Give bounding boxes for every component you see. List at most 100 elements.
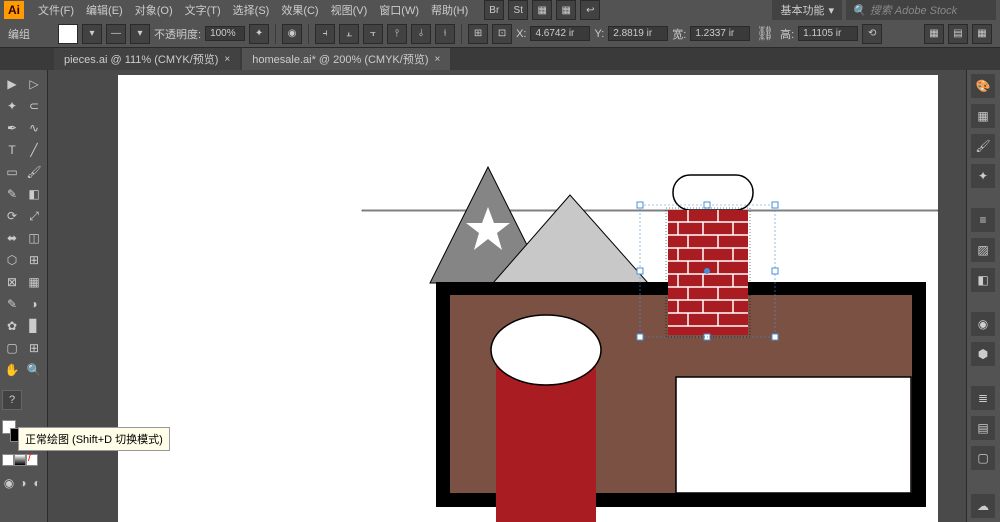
menu-select[interactable]: 选择(S)	[227, 2, 276, 18]
pen-tool[interactable]: ✒	[2, 118, 22, 138]
symbol-sprayer-tool[interactable]: ✿	[2, 316, 22, 336]
link-icon[interactable]: ⛓	[754, 25, 776, 42]
magic-wand-tool[interactable]: ✦	[2, 96, 22, 116]
transform-icon-2[interactable]: ⊡	[492, 24, 512, 44]
arrange-icon-2[interactable]: ▤	[948, 24, 968, 44]
transform-icon[interactable]: ⊞	[468, 24, 488, 44]
align-right-icon[interactable]: ⫟	[363, 24, 383, 44]
menu-object[interactable]: 对象(O)	[129, 2, 179, 18]
align-top-icon[interactable]: ⫯	[387, 24, 407, 44]
panel-libraries-icon[interactable]: ☁	[971, 494, 995, 518]
close-icon[interactable]: ×	[224, 54, 230, 65]
align-center-v-icon[interactable]: ⫰	[411, 24, 431, 44]
color-mode[interactable]	[2, 454, 14, 466]
menubar-icon-2[interactable]: St	[508, 0, 528, 20]
stroke-swatch[interactable]: ▾	[82, 24, 102, 44]
line-tool[interactable]: ╱	[24, 140, 44, 160]
menu-text[interactable]: 文字(T)	[179, 2, 227, 18]
menubar-icon-5[interactable]: ↩	[580, 0, 600, 20]
panel-color-icon[interactable]: 🎨	[971, 74, 995, 98]
free-transform-tool[interactable]: ◫	[24, 228, 44, 248]
app-logo: Ai	[4, 1, 24, 19]
tab-homesale[interactable]: homesale.ai* @ 200% (CMYK/预览) ×	[242, 48, 450, 70]
menubar-icon-4[interactable]: ▦	[556, 0, 576, 20]
help-button[interactable]: ?	[2, 390, 22, 410]
menu-edit[interactable]: 编辑(E)	[80, 2, 129, 18]
panel-symbols-icon[interactable]: ✦	[971, 164, 995, 188]
paintbrush-tool[interactable]: 🖌	[24, 162, 44, 182]
eyedropper-tool[interactable]: ✎	[2, 294, 22, 314]
panel-layers-icon[interactable]: ≣	[971, 386, 995, 410]
search-box[interactable]: 🔍 搜索 Adobe Stock	[846, 0, 996, 20]
panel-assets-icon[interactable]: ▤	[971, 416, 995, 440]
rotate-tool[interactable]: ⟳	[2, 206, 22, 226]
draw-normal[interactable]: ◉	[2, 476, 16, 490]
artwork	[118, 75, 938, 522]
eraser-tool[interactable]: ◧	[24, 184, 44, 204]
draw-behind[interactable]: ◑	[16, 476, 30, 490]
separator	[275, 24, 276, 44]
align-center-h-icon[interactable]: ⫠	[339, 24, 359, 44]
shape-builder-tool[interactable]: ⬡	[2, 250, 22, 270]
w-input[interactable]	[690, 26, 750, 41]
artboard-tool[interactable]: ▢	[2, 338, 22, 358]
stroke-icon[interactable]: —	[106, 24, 126, 44]
control-bar: 编组 ▾ — ▾ 不透明度: ✦ ◉ ⫞ ⫠ ⫟ ⫯ ⫰ ⫮ ⊞ ⊡ X: Y:…	[0, 20, 1000, 48]
menu-file[interactable]: 文件(F)	[32, 2, 80, 18]
close-icon[interactable]: ×	[435, 54, 441, 65]
mesh-tool[interactable]: ⊠	[2, 272, 22, 292]
y-input[interactable]	[608, 26, 668, 41]
align-bottom-icon[interactable]: ⫮	[435, 24, 455, 44]
tab-pieces[interactable]: pieces.ai @ 111% (CMYK/预览) ×	[54, 48, 240, 70]
selection-tool[interactable]: ▶	[2, 74, 22, 94]
draw-inside[interactable]: ◐	[30, 476, 44, 490]
panel-artboards-icon[interactable]: ▢	[971, 446, 995, 470]
hand-tool[interactable]: ✋	[2, 360, 22, 380]
gradient-mode[interactable]	[14, 454, 26, 466]
workspace-switcher[interactable]: 基本功能 ▾	[772, 0, 842, 20]
shaper-tool[interactable]: ✎	[2, 184, 22, 204]
scale-tool[interactable]: ⤢	[24, 206, 44, 226]
rectangle-tool[interactable]: ▭	[2, 162, 22, 182]
h-input[interactable]	[798, 26, 858, 41]
opacity-input[interactable]	[205, 26, 245, 41]
menu-view[interactable]: 视图(V)	[325, 2, 374, 18]
style-icon[interactable]: ✦	[249, 24, 269, 44]
gradient-tool[interactable]: ▦	[24, 272, 44, 292]
rotate-icon[interactable]: ⟲	[862, 24, 882, 44]
align-left-icon[interactable]: ⫞	[315, 24, 335, 44]
panel-appearance-icon[interactable]: ◉	[971, 312, 995, 336]
recolor-icon[interactable]: ◉	[282, 24, 302, 44]
stroke-width[interactable]: ▾	[130, 24, 150, 44]
separator	[461, 24, 462, 44]
menu-help[interactable]: 帮助(H)	[425, 2, 474, 18]
control-mode-label: 编组	[8, 26, 30, 42]
type-tool[interactable]: T	[2, 140, 22, 160]
perspective-tool[interactable]: ⊞	[24, 250, 44, 270]
lasso-tool[interactable]: ⊂	[24, 96, 44, 116]
panel-transparency-icon[interactable]: ◧	[971, 268, 995, 292]
menubar-icon-3[interactable]: ▦	[532, 0, 552, 20]
none-mode[interactable]: /	[26, 454, 38, 466]
menu-effect[interactable]: 效果(C)	[275, 2, 324, 18]
panel-graphic-styles-icon[interactable]: ⬢	[971, 342, 995, 366]
panel-stroke-icon[interactable]: ≡	[971, 208, 995, 232]
width-tool[interactable]: ⬌	[2, 228, 22, 248]
fill-swatch[interactable]	[58, 24, 78, 44]
canvas[interactable]	[48, 70, 966, 522]
panel-brushes-icon[interactable]: 🖌	[971, 134, 995, 158]
direct-selection-tool[interactable]: ▷	[24, 74, 44, 94]
x-input[interactable]	[530, 26, 590, 41]
menu-window[interactable]: 窗口(W)	[373, 2, 425, 18]
menubar: Ai 文件(F) 编辑(E) 对象(O) 文字(T) 选择(S) 效果(C) 视…	[0, 0, 1000, 20]
arrange-icon-3[interactable]: ▦	[972, 24, 992, 44]
graph-tool[interactable]: ▊	[24, 316, 44, 336]
panel-swatches-icon[interactable]: ▦	[971, 104, 995, 128]
arrange-icon-1[interactable]: ▦	[924, 24, 944, 44]
blend-tool[interactable]: ◑	[24, 294, 44, 314]
panel-gradient-icon[interactable]: ▨	[971, 238, 995, 262]
zoom-tool[interactable]: 🔍	[24, 360, 44, 380]
curvature-tool[interactable]: ∿	[24, 118, 44, 138]
menubar-icon-1[interactable]: Br	[484, 0, 504, 20]
slice-tool[interactable]: ⊞	[24, 338, 44, 358]
